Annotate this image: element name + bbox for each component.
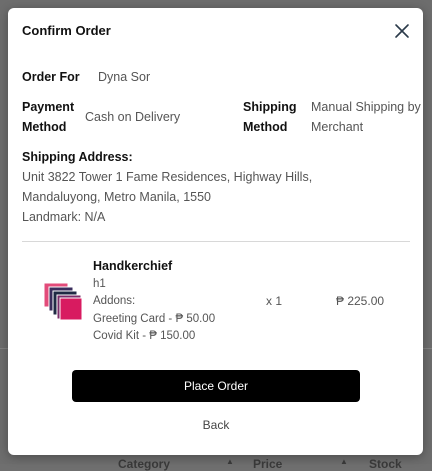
back-button[interactable]: Back bbox=[186, 416, 246, 434]
sort-icon: ▲ bbox=[226, 457, 234, 466]
section-divider bbox=[22, 241, 410, 242]
payment-method-label: Payment Method bbox=[22, 100, 75, 134]
confirm-order-dialog: Confirm Order Order For Dyna Sor Payment… bbox=[8, 8, 423, 455]
sort-icon: ▲ bbox=[340, 457, 348, 466]
addons-label: Addons: bbox=[93, 295, 136, 307]
shipping-address-label: Shipping Address: bbox=[22, 150, 133, 164]
product-thumbnail bbox=[42, 281, 86, 325]
shipping-method-value: Manual Shipping by Merchant bbox=[311, 100, 421, 134]
table-header-stock: Stock bbox=[369, 457, 402, 471]
order-for-value: Dyna Sor bbox=[98, 70, 151, 84]
place-order-button[interactable]: Place Order bbox=[72, 370, 360, 402]
addon-item: Covid Kit - ₱ 150.00 bbox=[93, 330, 196, 342]
product-quantity: x 1 bbox=[266, 294, 283, 308]
landmark-value: Landmark: N/A bbox=[22, 210, 106, 224]
product-price: ₱ 225.00 bbox=[336, 294, 385, 308]
shipping-method-label: Shipping Method bbox=[243, 100, 297, 134]
payment-method-value: Cash on Delivery bbox=[85, 110, 181, 124]
product-variant: h1 bbox=[93, 278, 106, 290]
shipping-address-value: Unit 3822 Tower 1 Fame Residences, Highw… bbox=[22, 170, 313, 204]
addon-item: Greeting Card - ₱ 50.00 bbox=[93, 313, 216, 325]
dialog-title: Confirm Order bbox=[22, 23, 111, 38]
table-header-category: Category bbox=[118, 457, 171, 471]
handkerchief-image bbox=[43, 282, 83, 321]
table-header-price: Price bbox=[253, 457, 283, 471]
order-for-label: Order For bbox=[22, 70, 80, 84]
close-icon bbox=[395, 24, 409, 38]
close-button[interactable] bbox=[393, 22, 411, 40]
product-name: Handkerchief bbox=[93, 259, 173, 273]
